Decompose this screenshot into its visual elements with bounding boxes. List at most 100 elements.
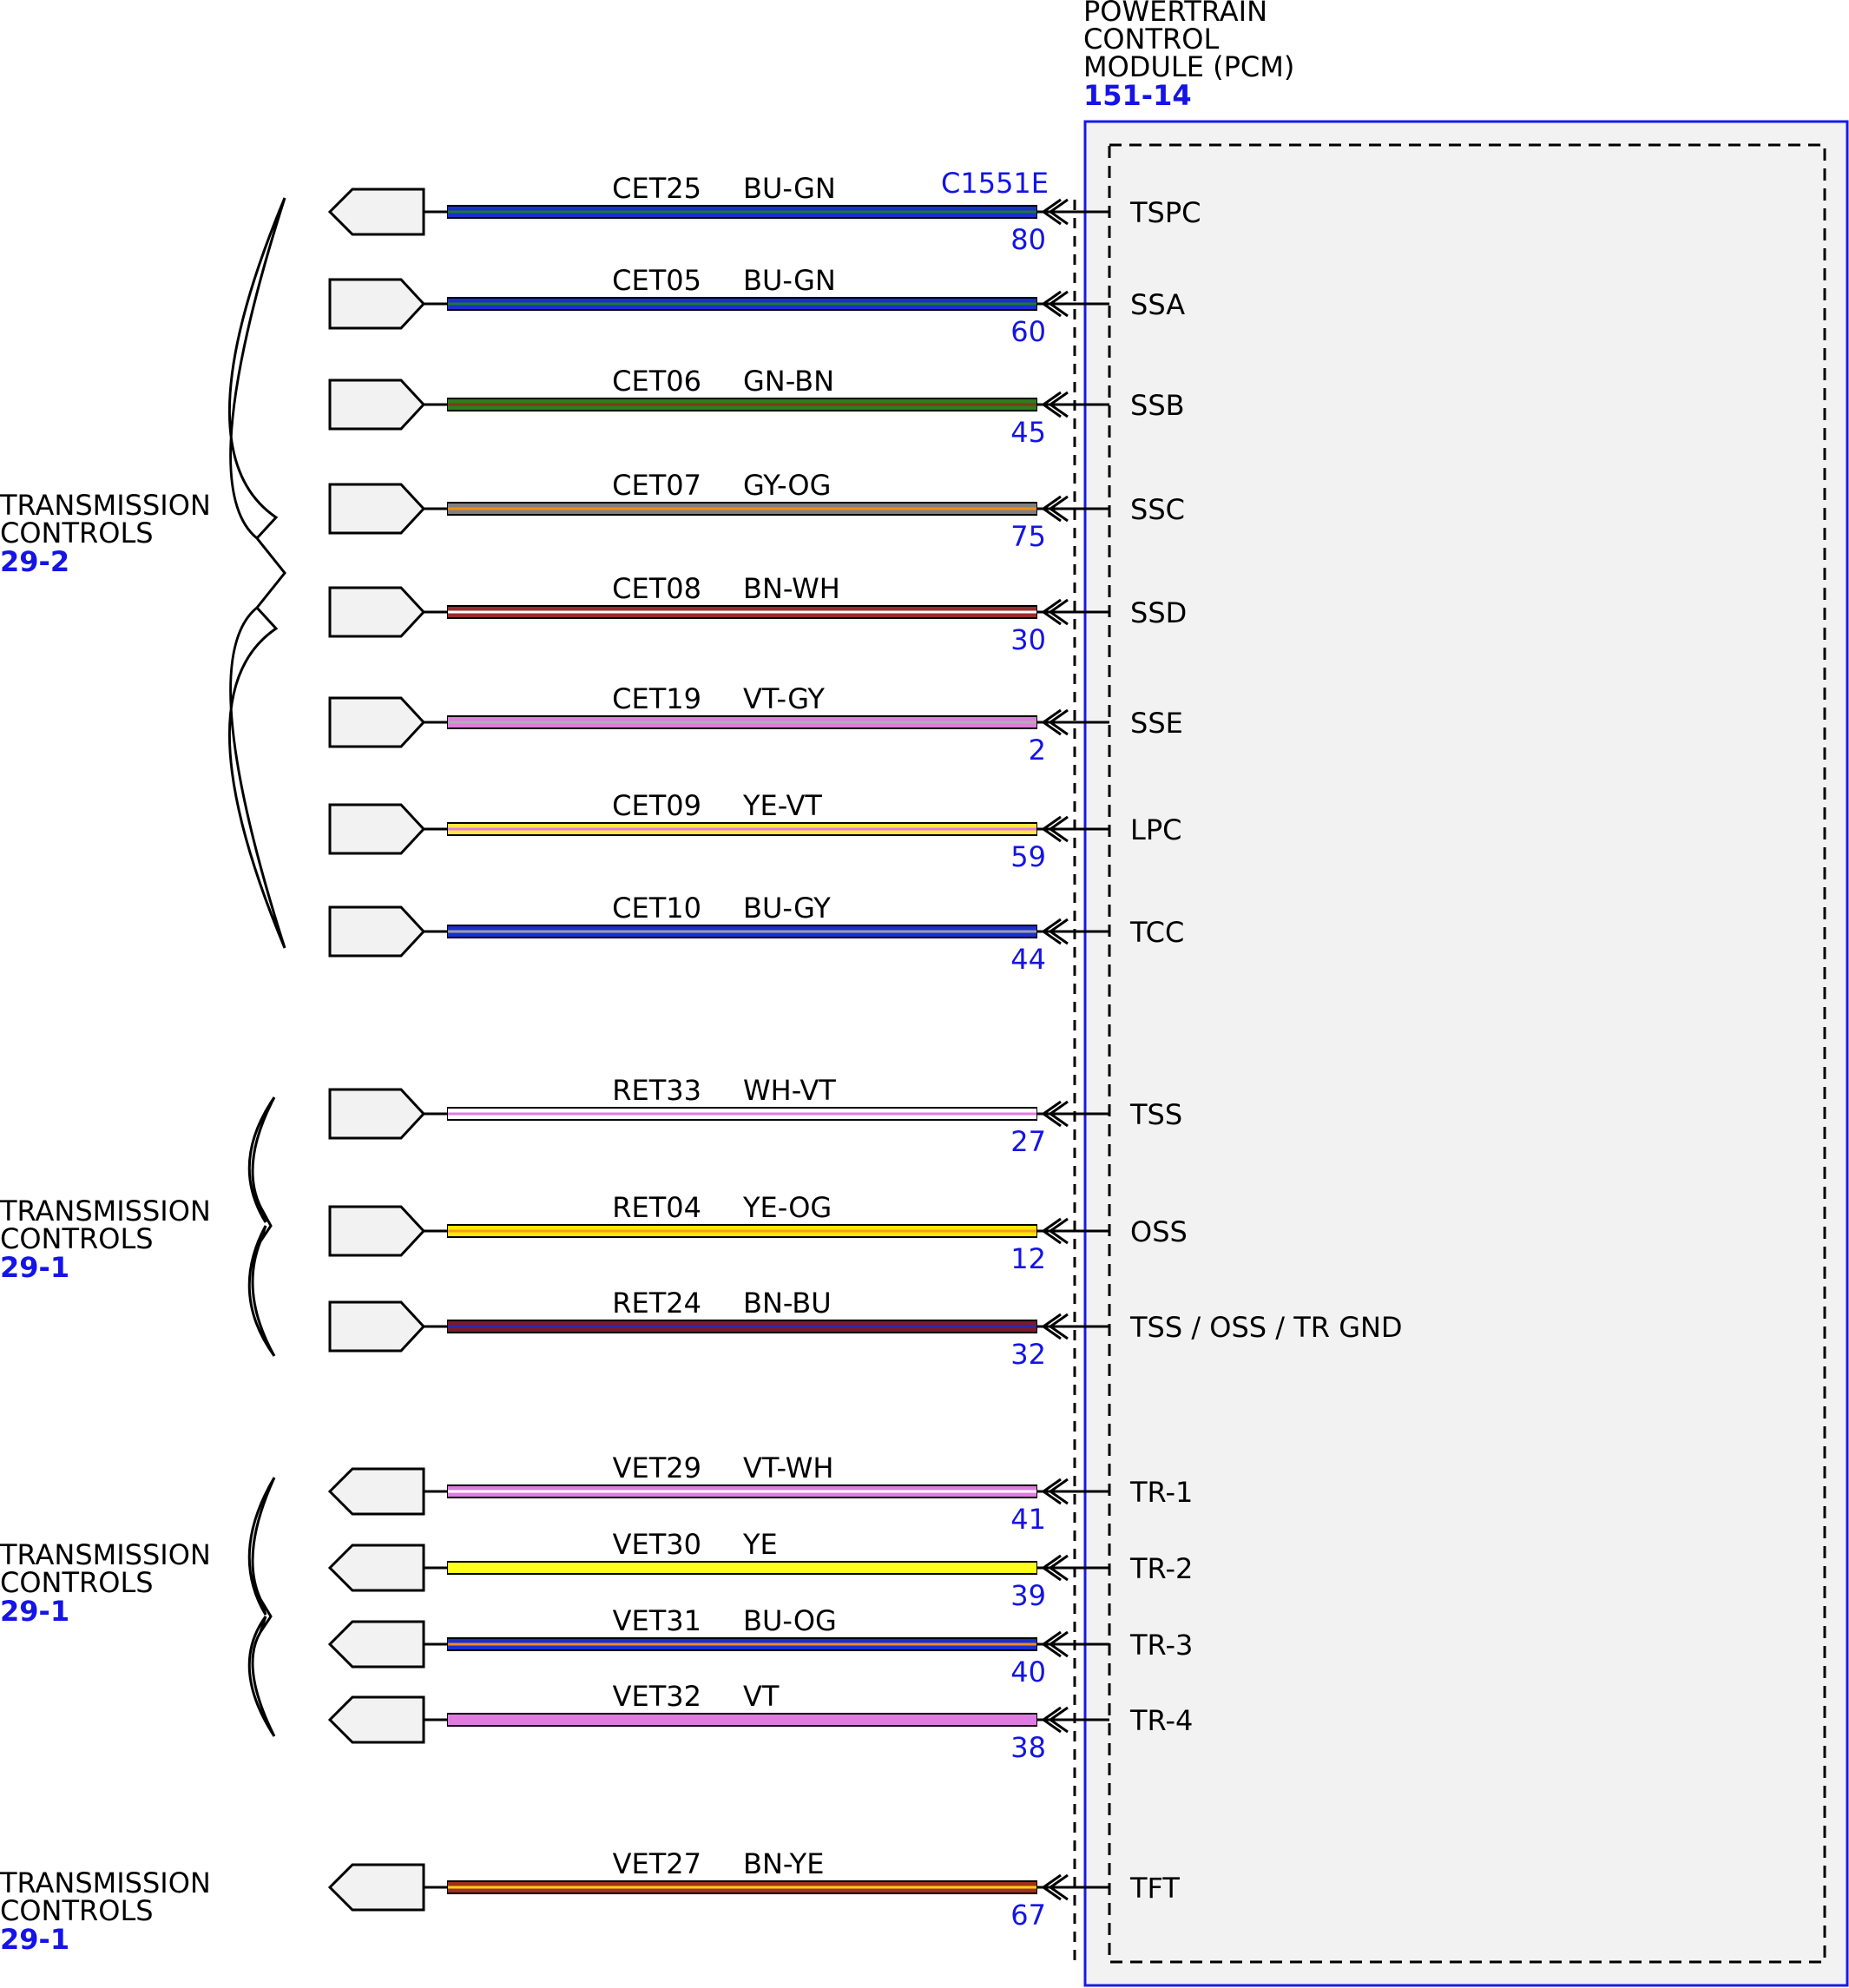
wire-circuit-id: RET24	[612, 1287, 701, 1320]
harness-connector[interactable]	[327, 188, 425, 236]
harness-connector[interactable]	[328, 278, 426, 330]
wire-circuit-id: VET31	[613, 1604, 701, 1637]
pin-number: 41	[1010, 1503, 1046, 1536]
wire-stripe-color	[448, 930, 1036, 933]
wire-stripe-color	[448, 1112, 1036, 1116]
harness-connector[interactable]	[327, 1620, 425, 1669]
pin-signal-name: OSS	[1130, 1215, 1188, 1248]
destination-1-ref-link[interactable]: 29-2	[0, 545, 69, 578]
pin-signal-name: TSS	[1129, 1098, 1182, 1131]
pin-number: 60	[1010, 315, 1046, 348]
wire-circuit-id: CET09	[612, 789, 701, 822]
wire-color-code: YE	[742, 1528, 778, 1561]
wiring-diagram: POWERTRAIN CONTROL MODULE (PCM) 151-14 C…	[0, 0, 1849, 1987]
pin-signal-name: SSC	[1130, 493, 1185, 526]
pin-number: 40	[1010, 1656, 1046, 1688]
wire-stripe-color	[448, 1642, 1036, 1646]
pin-signal-name: SSA	[1130, 288, 1185, 321]
pin-number: 59	[1010, 840, 1046, 873]
pin-number: 67	[1010, 1899, 1046, 1932]
brace-group-3	[247, 1477, 276, 1737]
pin-number: 12	[1010, 1242, 1046, 1275]
pin-number: 39	[1010, 1579, 1046, 1612]
harness-connector[interactable]	[328, 803, 426, 855]
wire-color-code: YE-VT	[742, 789, 822, 822]
wire-stripe-color	[448, 210, 1036, 214]
wire-cet05[interactable]: CET05 BU-GN 60 SSA	[328, 264, 1185, 348]
wire-color-code: BN-BU	[743, 1287, 832, 1320]
destination-2-ref-link[interactable]: 29-1	[0, 1251, 69, 1284]
wire-vet27[interactable]: VET27 BN-YE 67 TFT	[327, 1847, 1180, 1932]
wire-vet30[interactable]: VET30 YE 39 TR-2	[327, 1528, 1193, 1612]
pin-signal-name: TSPC	[1129, 196, 1201, 229]
wire-stripe-color	[448, 1886, 1036, 1889]
pin-signal-name: TFT	[1129, 1872, 1180, 1905]
pin-signal-name: TSS / OSS / TR GND	[1129, 1311, 1403, 1344]
pin-signal-name: LPC	[1130, 813, 1181, 846]
harness-connector[interactable]	[327, 1695, 425, 1744]
wire-ret33[interactable]: RET33 WH-VT 27 TSS	[328, 1074, 1182, 1158]
wire-cet25[interactable]: CET25 BU-GN 80 TSPC	[327, 172, 1201, 256]
pin-number: 45	[1010, 416, 1046, 449]
wire-color-code: BU-GN	[743, 264, 836, 297]
pin-number: 44	[1010, 943, 1046, 976]
wire-circuit-id: VET29	[613, 1452, 701, 1484]
harness-connector[interactable]	[328, 379, 426, 431]
wire-stripe-color	[448, 1490, 1036, 1493]
wire-vet32[interactable]: VET32 VT 38 TR-4	[327, 1680, 1193, 1764]
wire-stripe-color	[448, 1325, 1036, 1328]
wire-color-code: BU-GY	[743, 892, 831, 925]
harness-connector[interactable]	[327, 1863, 425, 1912]
wire-cet07[interactable]: CET07 GY-OG 75 SSC	[328, 469, 1185, 553]
harness-connector[interactable]	[328, 696, 426, 748]
wire-stripe-color	[448, 827, 1036, 831]
wire-cet09[interactable]: CET09 YE-VT 59 LPC	[328, 789, 1181, 873]
wire-cet06[interactable]: CET06 GN-BN 45 SSB	[328, 365, 1185, 449]
wire-cet10[interactable]: CET10 BU-GY 44 TCC	[328, 892, 1184, 976]
wire-vet29[interactable]: VET29 VT-WH 41 TR-1	[327, 1452, 1193, 1536]
destination-3-ref-link[interactable]: 29-1	[0, 1595, 69, 1628]
brace-group-1	[227, 197, 286, 949]
wire-stripe-color	[448, 302, 1036, 306]
wire-circuit-id: VET32	[613, 1680, 701, 1713]
pin-signal-name: TR-3	[1129, 1629, 1193, 1662]
pin-number: 32	[1010, 1338, 1046, 1371]
wire-stripe-color	[448, 1229, 1036, 1233]
pin-number: 27	[1010, 1125, 1046, 1158]
harness-connector[interactable]	[328, 1300, 426, 1353]
pin-number: 80	[1010, 223, 1046, 256]
harness-connector[interactable]	[328, 1088, 426, 1140]
wire-circuit-id: VET27	[613, 1847, 701, 1880]
wire-circuit-id: CET05	[612, 264, 701, 297]
wire-color-code: GN-BN	[743, 365, 834, 398]
wire-color-code: VT-WH	[743, 1452, 833, 1484]
wire-color-code: GY-OG	[743, 469, 831, 502]
harness-connector[interactable]	[328, 905, 426, 958]
harness-connector[interactable]	[328, 586, 426, 638]
harness-connector[interactable]	[327, 1544, 425, 1592]
harness-connector[interactable]	[327, 1467, 425, 1516]
wire-circuit-id: RET33	[612, 1074, 701, 1107]
connector-id: C1551E	[941, 167, 1049, 200]
wire-stripe-color	[448, 507, 1036, 510]
wire-stripe-color	[448, 721, 1036, 724]
wire-color-code: BU-GN	[743, 172, 836, 205]
wire-cet19[interactable]: CET19 VT-GY 2 SSE	[328, 682, 1183, 767]
destination-group-2: TRANSMISSION CONTROLS 29-1	[0, 1096, 276, 1357]
pin-signal-name: TCC	[1129, 916, 1184, 949]
harness-connector[interactable]	[328, 483, 426, 535]
wire-circuit-id: CET08	[612, 572, 701, 605]
pin-signal-name: SSD	[1130, 596, 1187, 629]
pin-number: 75	[1010, 520, 1046, 553]
wire-cet08[interactable]: CET08 BN-WH 30 SSD	[328, 572, 1187, 656]
harness-connector[interactable]	[328, 1205, 426, 1257]
destination-4-ref-link[interactable]: 29-1	[0, 1923, 69, 1956]
pin-number: 38	[1010, 1731, 1046, 1764]
wire-circuit-id: CET10	[612, 892, 701, 925]
pcm-page-ref-link[interactable]: 151-14	[1083, 79, 1192, 112]
wire-ret04[interactable]: RET04 YE-OG 12 OSS	[328, 1191, 1188, 1275]
pin-number: 2	[1029, 734, 1046, 767]
wire-circuit-id: CET06	[612, 365, 701, 398]
wire-color-code: YE-OG	[742, 1191, 832, 1224]
wire-vet31[interactable]: VET31 BU-OG 40 TR-3	[327, 1604, 1193, 1688]
